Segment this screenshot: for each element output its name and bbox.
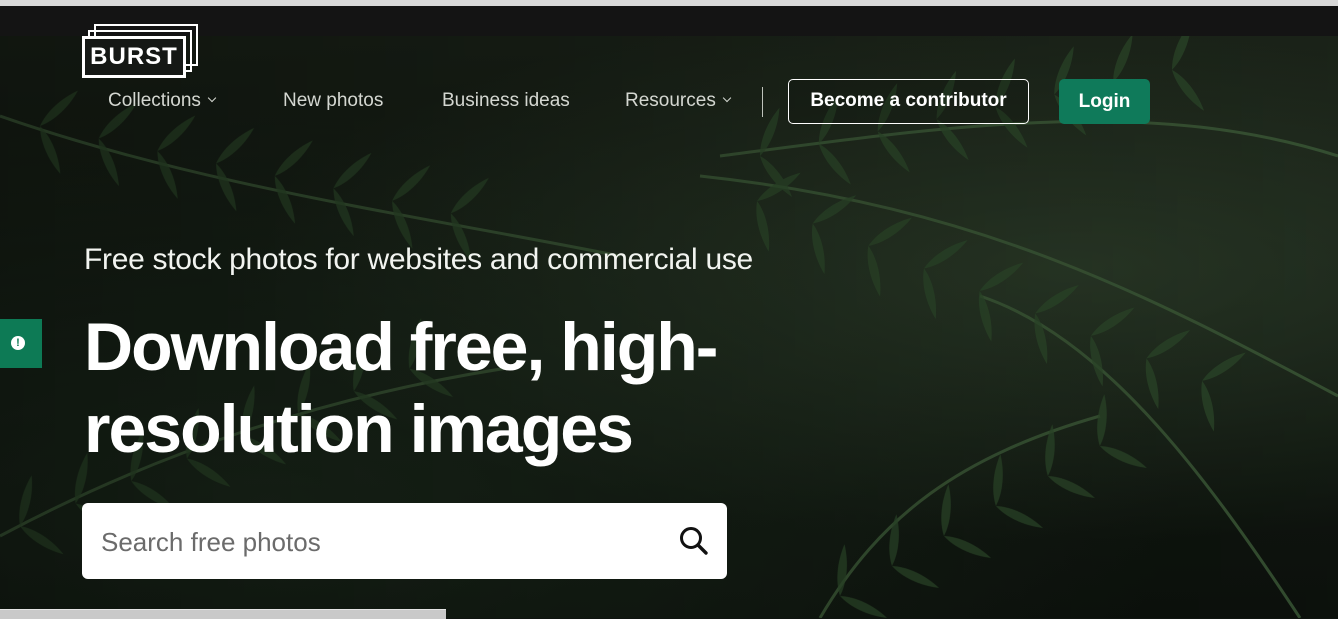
chevron-down-icon bbox=[207, 93, 217, 103]
nav-item-collections[interactable]: Collections bbox=[108, 88, 217, 114]
search-icon[interactable] bbox=[678, 525, 710, 557]
become-contributor-button[interactable]: Become a contributor bbox=[788, 79, 1029, 124]
logo-text: BURST bbox=[82, 36, 186, 78]
login-button[interactable]: Login bbox=[1059, 79, 1150, 124]
nav-item-new-photos[interactable]: New photos bbox=[283, 88, 383, 114]
nav-item-label: New photos bbox=[283, 90, 384, 111]
hero-subtitle: Free stock photos for websites and comme… bbox=[84, 243, 753, 276]
nav-item-resources[interactable]: Resources bbox=[625, 88, 732, 114]
nav-item-business-ideas[interactable]: Business ideas bbox=[442, 88, 570, 114]
feedback-tab[interactable]: ! bbox=[0, 319, 42, 368]
alert-icon: ! bbox=[11, 336, 25, 350]
search-box bbox=[82, 503, 727, 579]
hero-headline: Download free, high-resolution images bbox=[84, 309, 718, 467]
nav-divider bbox=[762, 87, 763, 117]
header-band bbox=[0, 6, 1338, 36]
burst-logo[interactable]: BURST bbox=[82, 24, 200, 78]
chevron-down-icon bbox=[722, 93, 732, 103]
nav-item-label: Business ideas bbox=[442, 90, 570, 111]
search-input[interactable] bbox=[99, 523, 663, 561]
nav-item-label: Collections bbox=[108, 90, 201, 111]
nav-item-label: Resources bbox=[625, 90, 716, 111]
